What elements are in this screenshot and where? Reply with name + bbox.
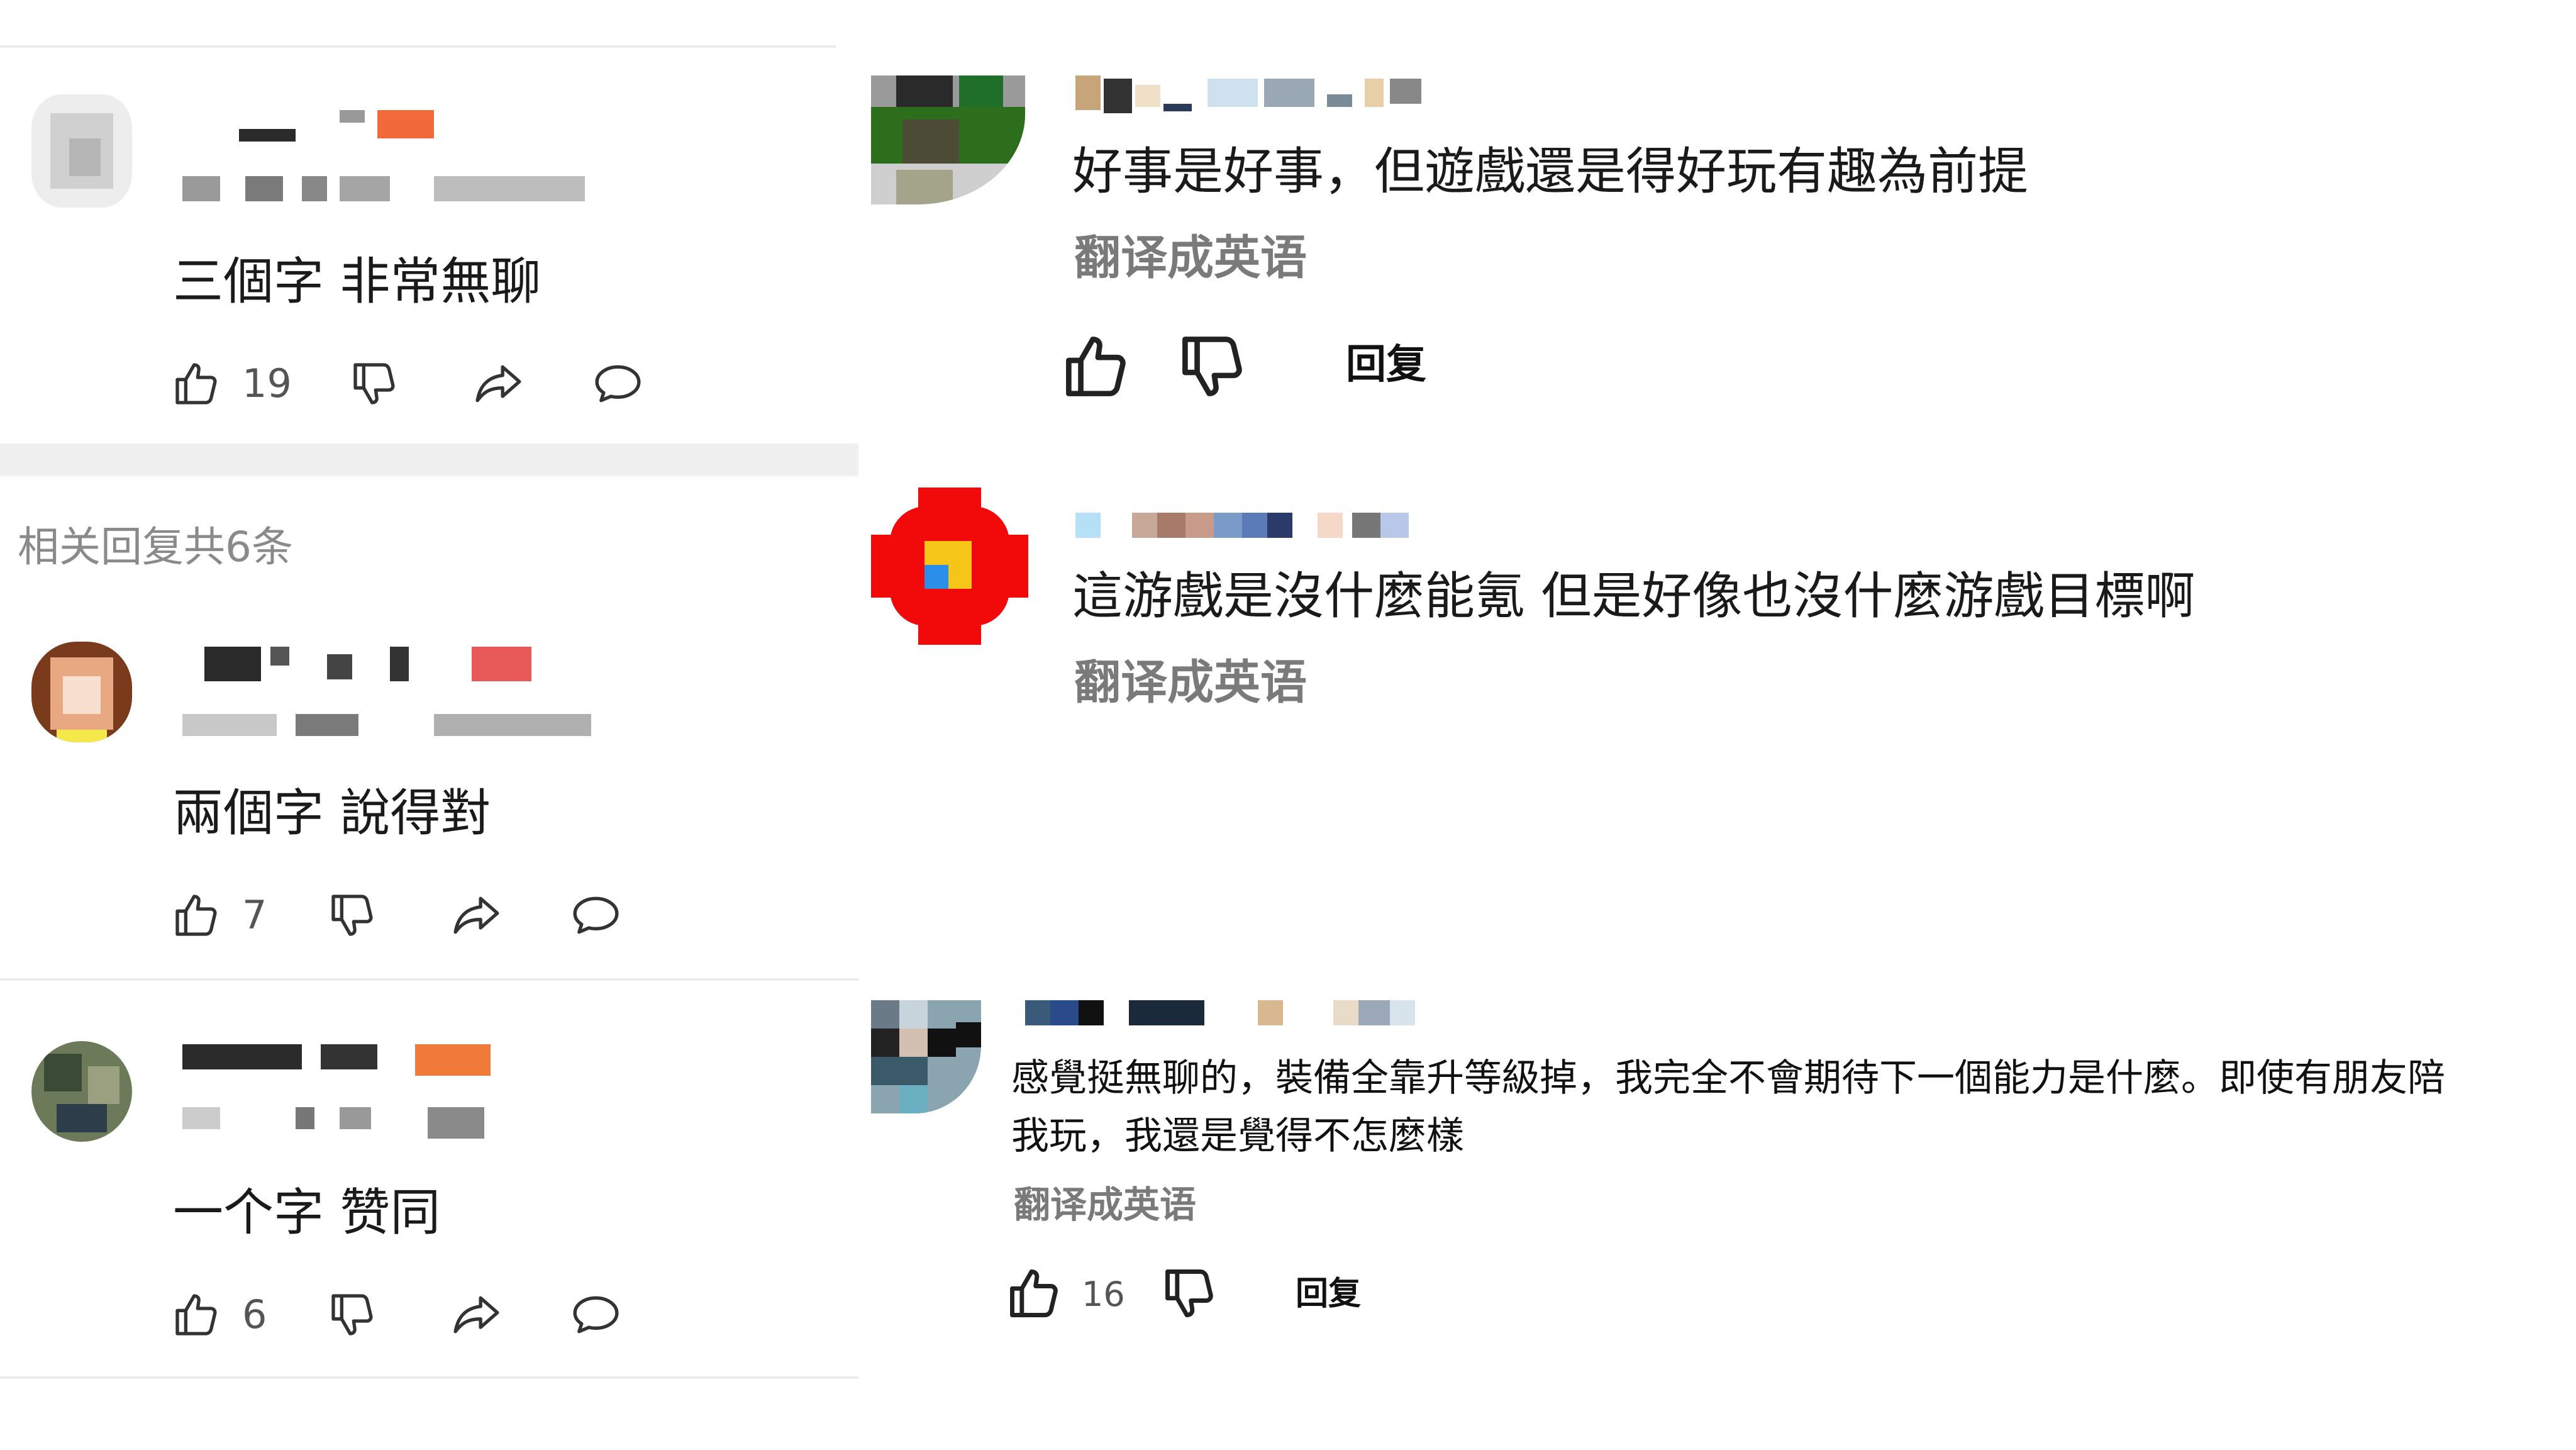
share-icon[interactable]: [450, 890, 503, 940]
username-blurred[interactable]: [1025, 1000, 1446, 1038]
username-blurred[interactable]: [182, 1044, 509, 1145]
like-count: 16: [1082, 1274, 1125, 1314]
username-blurred[interactable]: [182, 642, 597, 749]
thumbs-down-icon[interactable]: [327, 1290, 377, 1340]
comment-text: 兩個字 說得對: [173, 784, 491, 842]
reply-button[interactable]: 回复: [1296, 1274, 1361, 1314]
thumbs-down-icon[interactable]: [349, 359, 399, 409]
related-replies-label[interactable]: 相关回复共6条: [18, 522, 293, 572]
row-divider: [0, 978, 858, 981]
avatar[interactable]: [871, 1000, 981, 1113]
thumbs-up-icon[interactable]: [1005, 1264, 1063, 1322]
comment-text-line-1: 感覺挺無聊的，裝備全靠升等級掉，我完全不會期待下一個能力是什麼。即使有朋友陪: [1011, 1056, 2445, 1100]
like-count: 19: [242, 360, 292, 406]
thumbs-up-icon[interactable]: [1060, 330, 1132, 403]
comment-text: 好事是好事，但遊戲還是得好玩有趣為前提: [1072, 142, 2028, 201]
bottom-divider: [0, 1376, 858, 1379]
translate-link[interactable]: 翻译成英语: [1014, 1183, 1196, 1227]
avatar[interactable]: [871, 488, 1028, 645]
comment-text: 這游戲是沒什麼能氪 但是好像也沒什麼游戲目標啊: [1072, 567, 2196, 625]
comment-icon[interactable]: [569, 890, 623, 940]
comment-text: 三個字 非常無聊: [173, 252, 541, 311]
comment-text: 一个字 赞同: [173, 1183, 441, 1242]
like-count: 6: [242, 1291, 267, 1337]
username-blurred[interactable]: [1075, 513, 1465, 541]
avatar[interactable]: [871, 75, 1025, 204]
share-icon[interactable]: [450, 1290, 503, 1340]
username-blurred[interactable]: [182, 107, 591, 208]
thumbs-down-icon[interactable]: [1176, 330, 1248, 403]
thumbs-up-icon[interactable]: [171, 1290, 221, 1340]
thumbs-up-icon[interactable]: [171, 890, 221, 940]
translate-link[interactable]: 翻译成英语: [1074, 654, 1307, 711]
comment-icon[interactable]: [591, 359, 645, 409]
top-divider: [0, 45, 836, 48]
avatar[interactable]: [31, 1041, 132, 1142]
thumbs-up-icon[interactable]: [171, 359, 221, 409]
thumbs-down-icon[interactable]: [327, 890, 377, 940]
reply-button[interactable]: 回复: [1346, 340, 1426, 390]
avatar[interactable]: [31, 642, 132, 742]
comment-icon[interactable]: [569, 1290, 623, 1340]
share-icon[interactable]: [472, 359, 525, 409]
comment-text-line-2: 我玩，我還是覺得不怎麼樣: [1011, 1114, 1464, 1158]
translate-link[interactable]: 翻译成英语: [1074, 230, 1307, 286]
section-divider: [0, 443, 858, 476]
username-blurred[interactable]: [1075, 75, 1440, 116]
like-count: 7: [242, 892, 267, 938]
thumbs-down-icon[interactable]: [1160, 1264, 1218, 1322]
avatar[interactable]: [31, 94, 132, 208]
